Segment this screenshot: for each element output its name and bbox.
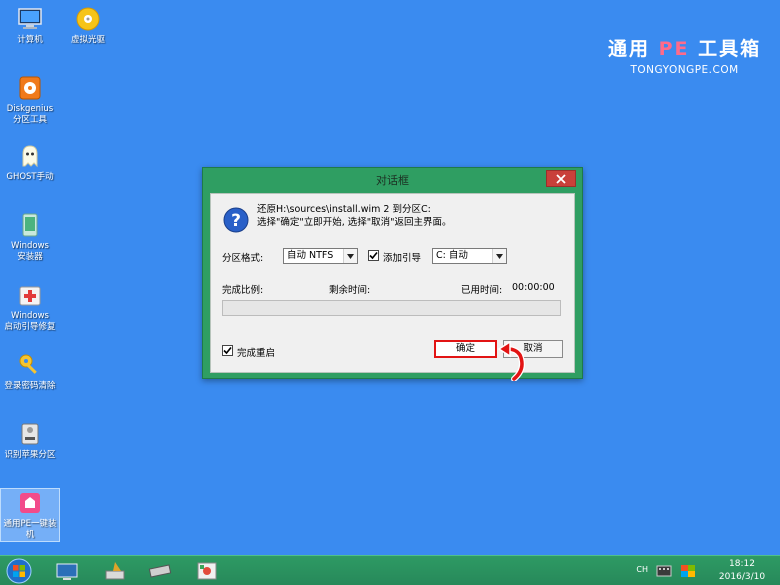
taskbar: CH 18:12 2016/3/10: [0, 555, 780, 585]
desktop-icon-computer[interactable]: 计算机: [0, 5, 60, 46]
desktop-icon-label: 计算机: [17, 35, 43, 45]
pe-installer-icon: [20, 493, 40, 513]
clock[interactable]: 18:12 2016/3/10: [716, 558, 768, 584]
ok-button[interactable]: 确定: [434, 340, 497, 358]
progress-bar: [222, 300, 561, 316]
desktop-icon-label: 虚拟光驱: [70, 35, 105, 45]
message-line2: 选择"确定"立即开始, 选择"取消"返回主界面。: [257, 217, 452, 228]
desktop-icon-boot-repair[interactable]: Windows 启动引导修复: [0, 281, 60, 333]
brand-logo: 通用 PE 工具箱 TONGYONGPE.COM: [608, 34, 761, 76]
dialog-message: 还原H:\sources\install.wim 2 到分区C: 选择"确定"立…: [257, 203, 452, 229]
desktop-icon-diskgenius[interactable]: Diskgenius 分区工具: [0, 74, 60, 126]
dialog-title: 对话框: [376, 174, 409, 187]
key-icon: [19, 354, 37, 374]
format-label: 分区格式:: [222, 253, 264, 264]
desktop-icon-label: 通用PE一键装 机: [3, 519, 57, 540]
boot-select-value: C: 自动: [436, 250, 468, 261]
chevron-down-icon: [492, 249, 506, 263]
desktop-icon-windows-installer[interactable]: Windows 安装器: [0, 211, 60, 263]
taskbar-display-icon[interactable]: [55, 560, 79, 582]
remaining-time-label: 剩余时间:: [329, 285, 371, 296]
desktop-icon-label: Windows 启动引导修复: [4, 311, 56, 332]
boot-partition-select[interactable]: C: 自动: [432, 248, 507, 264]
virtual-drive-icon: [76, 7, 100, 31]
svg-text:?: ?: [231, 211, 241, 231]
taskbar-tool-icon[interactable]: [195, 560, 219, 582]
close-icon: [556, 173, 566, 184]
chevron-down-icon: [343, 249, 357, 263]
brand-title-part1: 通用: [608, 38, 659, 60]
desktop-icon-label: Windows 安装器: [11, 241, 49, 262]
windows-installer-icon: [22, 213, 38, 237]
apple-partition-icon: [21, 423, 39, 445]
question-icon: ?: [223, 207, 249, 233]
desktop-icon-password-clear[interactable]: 登录密码清除: [0, 351, 60, 392]
desktop-icon-ghost[interactable]: GHOST手动: [0, 142, 60, 183]
reboot-checkbox[interactable]: [222, 345, 233, 356]
boot-repair-icon: [19, 286, 41, 306]
format-select-value: 自动 NTFS: [287, 250, 334, 261]
desktop-icon-label: Diskgenius 分区工具: [6, 104, 54, 125]
computer-icon: [18, 8, 42, 29]
brand-subtitle: TONGYONGPE.COM: [630, 64, 739, 76]
elapsed-time-value: 00:00:00: [512, 282, 555, 293]
format-select[interactable]: 自动 NTFS: [283, 248, 358, 264]
clock-date: 2016/3/10: [718, 572, 766, 582]
desktop-icon-label: 识别苹果分区: [4, 450, 56, 460]
desktop-icon-pe-installer[interactable]: 通用PE一键装 机: [0, 488, 60, 542]
start-button[interactable]: [6, 558, 32, 584]
desktop-icon-label: 登录密码清除: [4, 381, 56, 391]
tray-color-icon[interactable]: [680, 564, 696, 578]
add-boot-checkbox[interactable]: [368, 250, 379, 261]
desktop-icon-apple-partition[interactable]: 识别苹果分区: [0, 420, 60, 461]
brand-title-part2: 工具箱: [689, 38, 762, 60]
desktop-icon-label: GHOST手动: [6, 172, 54, 182]
progress-label: 完成比例:: [222, 285, 264, 296]
close-button[interactable]: [546, 170, 576, 187]
pointer-arrow-icon: [497, 340, 525, 381]
check-icon: [223, 346, 232, 355]
taskbar-memory-icon[interactable]: [148, 560, 172, 582]
clock-time: 18:12: [729, 559, 755, 569]
diskgenius-icon: [19, 76, 41, 100]
add-boot-label: 添加引导: [383, 253, 422, 264]
elapsed-time-label: 已用时间:: [461, 285, 503, 296]
brand-title-pe: PE: [658, 38, 690, 60]
tray-keyboard-icon[interactable]: [656, 564, 672, 578]
ghost-icon: [22, 145, 38, 168]
brand-title: 通用 PE 工具箱: [608, 34, 761, 61]
desktop-icon-virtual-drive[interactable]: 虚拟光驱: [58, 5, 118, 46]
reboot-label: 完成重启: [237, 348, 276, 359]
tray-language[interactable]: CH: [636, 565, 648, 574]
message-line1: 还原H:\sources\install.wim 2 到分区C:: [257, 204, 431, 215]
check-icon: [369, 251, 378, 260]
taskbar-broom-icon[interactable]: [103, 560, 127, 582]
